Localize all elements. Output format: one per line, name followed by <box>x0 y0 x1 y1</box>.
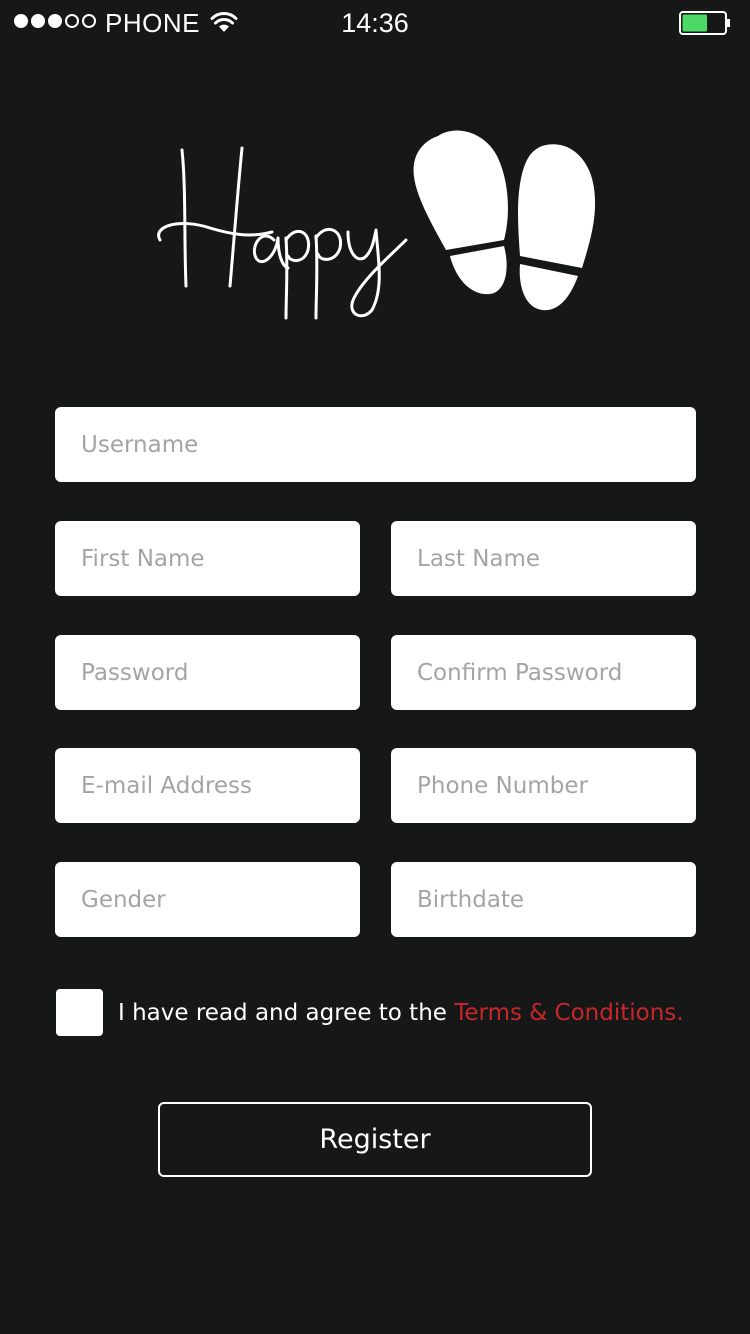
terms-checkbox[interactable] <box>56 989 103 1036</box>
last-name-input[interactable] <box>391 521 696 596</box>
terms-text: I have read and agree to the <box>118 1000 455 1026</box>
last-name-field[interactable] <box>391 521 696 596</box>
phone-number-field[interactable] <box>391 748 696 823</box>
terms-conditions-link[interactable]: Terms & Conditions. <box>454 1000 683 1026</box>
email-field[interactable] <box>55 748 360 823</box>
password-input[interactable] <box>55 635 360 710</box>
phone-number-input[interactable] <box>391 748 696 823</box>
terms-label: I have read and agree to the Terms & Con… <box>118 1000 684 1026</box>
username-field[interactable] <box>55 407 696 482</box>
email-input[interactable] <box>55 748 360 823</box>
birthdate-input[interactable] <box>391 862 696 937</box>
happy-script-text <box>157 146 408 320</box>
confirm-password-input[interactable] <box>391 635 696 710</box>
footprints-icon <box>413 130 596 311</box>
first-name-input[interactable] <box>55 521 360 596</box>
username-input[interactable] <box>55 407 696 482</box>
confirm-password-field[interactable] <box>391 635 696 710</box>
register-button[interactable]: Register <box>158 1102 592 1177</box>
status-bar: PHONE 14:36 <box>0 0 750 48</box>
gender-field[interactable] <box>55 862 360 937</box>
status-time: 14:36 <box>341 8 409 38</box>
gender-input[interactable] <box>55 862 360 937</box>
battery-icon <box>679 11 730 35</box>
birthdate-field[interactable] <box>391 862 696 937</box>
password-field[interactable] <box>55 635 360 710</box>
first-name-field[interactable] <box>55 521 360 596</box>
happy-logo <box>157 130 596 320</box>
